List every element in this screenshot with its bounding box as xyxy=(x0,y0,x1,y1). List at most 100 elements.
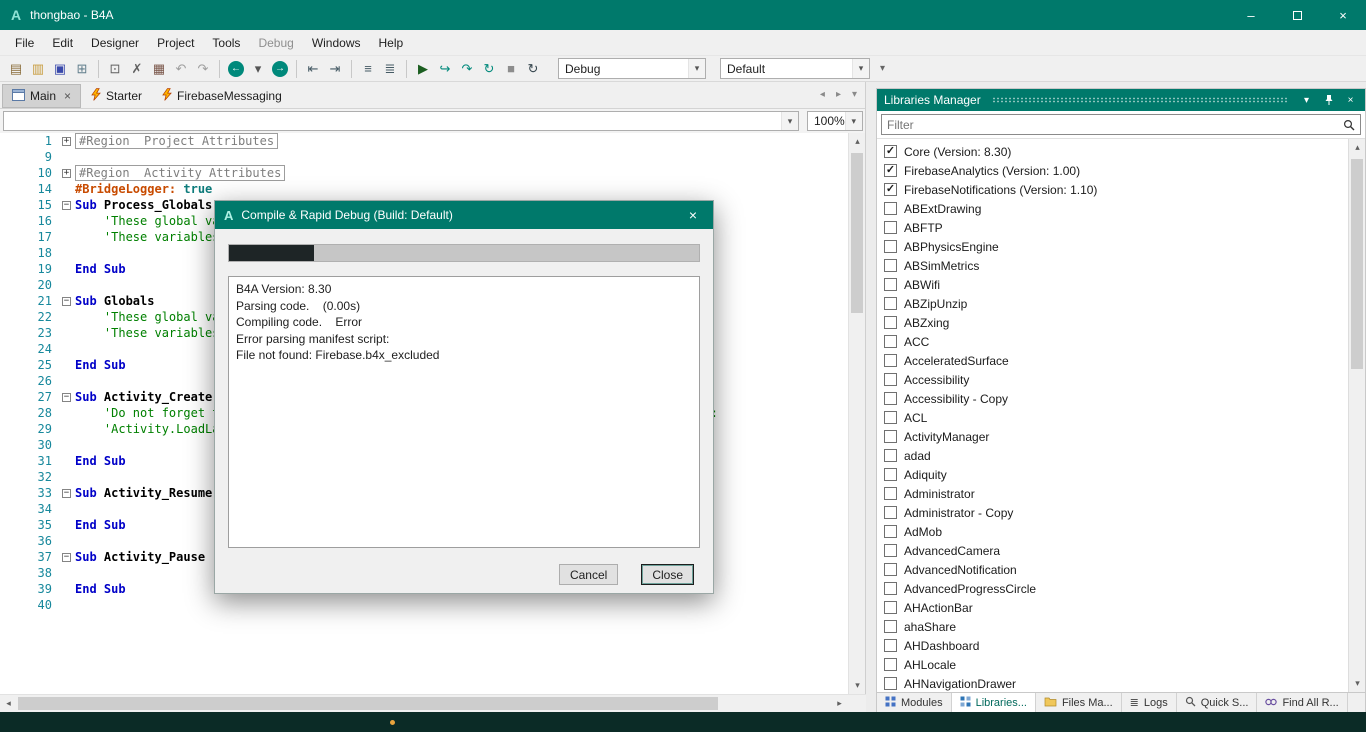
checkbox-unchecked[interactable] xyxy=(884,601,897,614)
editor-vertical-scrollbar[interactable]: ▴ ▾ xyxy=(848,133,865,694)
library-item[interactable]: ABWifi xyxy=(877,275,1348,294)
zoom-select[interactable]: 100% ▾ xyxy=(807,111,863,131)
scroll-up-icon[interactable]: ▴ xyxy=(1349,139,1366,156)
dialog-close-icon[interactable]: × xyxy=(682,207,704,223)
checkbox-unchecked[interactable] xyxy=(884,221,897,234)
libraries-scrollbar[interactable]: ▴ ▾ xyxy=(1348,139,1365,692)
lib-scroll-thumb[interactable] xyxy=(1351,159,1363,369)
checkbox-unchecked[interactable] xyxy=(884,658,897,671)
menu-item-help[interactable]: Help xyxy=(370,32,413,54)
panel-menu-icon[interactable]: ▾ xyxy=(1299,95,1314,106)
tab-close-icon[interactable]: × xyxy=(64,89,71,103)
library-item[interactable]: AHNavigationDrawer xyxy=(877,674,1348,692)
library-item[interactable]: ABZipUnzip xyxy=(877,294,1348,313)
scroll-left-icon[interactable]: ◂ xyxy=(0,695,17,712)
menu-item-edit[interactable]: Edit xyxy=(43,32,82,54)
library-item[interactable]: Adiquity xyxy=(877,465,1348,484)
checkbox-unchecked[interactable] xyxy=(884,316,897,329)
menu-item-project[interactable]: Project xyxy=(148,32,203,54)
stop-icon[interactable]: ■ xyxy=(500,58,522,80)
fold-collapse-icon[interactable]: − xyxy=(62,392,71,402)
checkbox-unchecked[interactable] xyxy=(884,677,897,690)
checkbox-unchecked[interactable] xyxy=(884,297,897,310)
library-item[interactable]: ABFTP xyxy=(877,218,1348,237)
checkbox-unchecked[interactable] xyxy=(884,639,897,652)
copy-icon[interactable]: ⊡ xyxy=(104,58,126,80)
library-item[interactable]: AHActionBar xyxy=(877,598,1348,617)
checkbox-unchecked[interactable] xyxy=(884,582,897,595)
tab-firebasemessaging[interactable]: FirebaseMessaging xyxy=(152,84,292,108)
checkbox-unchecked[interactable] xyxy=(884,620,897,633)
library-item[interactable]: AdvancedCamera xyxy=(877,541,1348,560)
library-item[interactable]: AdMob xyxy=(877,522,1348,541)
dialog-close-button[interactable]: Close xyxy=(641,564,694,585)
tab-scroll-left-icon[interactable]: ◂ xyxy=(820,89,825,100)
navigate-forward-icon[interactable]: → xyxy=(272,60,288,77)
checkbox-unchecked[interactable] xyxy=(884,563,897,576)
hscroll-thumb[interactable] xyxy=(18,697,718,710)
panel-close-icon[interactable]: × xyxy=(1343,95,1358,106)
checkbox-unchecked[interactable] xyxy=(884,278,897,291)
fold-expand-icon[interactable]: + xyxy=(62,168,71,178)
indent-icon[interactable]: ⇥ xyxy=(324,58,346,80)
fold-collapse-icon[interactable]: − xyxy=(62,552,71,562)
library-item[interactable]: Accessibility xyxy=(877,370,1348,389)
scroll-down-icon[interactable]: ▾ xyxy=(1349,675,1366,692)
library-item[interactable]: Accessibility - Copy xyxy=(877,389,1348,408)
toolbar-overflow-icon[interactable]: ▾ xyxy=(880,63,885,74)
maximize-button[interactable] xyxy=(1274,0,1320,30)
library-item[interactable]: ABSimMetrics xyxy=(877,256,1348,275)
fold-expand-icon[interactable]: + xyxy=(62,136,71,146)
library-item[interactable]: AdvancedProgressCircle xyxy=(877,579,1348,598)
checkbox-unchecked[interactable] xyxy=(884,544,897,557)
library-item[interactable]: ✓ Core (Version: 8.30) xyxy=(877,142,1348,161)
new-module-icon[interactable]: ▤ xyxy=(5,58,27,80)
library-item[interactable]: ✓ FirebaseAnalytics (Version: 1.00) xyxy=(877,161,1348,180)
menu-item-tools[interactable]: Tools xyxy=(203,32,249,54)
outdent-icon[interactable]: ⇤ xyxy=(302,58,324,80)
scroll-up-icon[interactable]: ▴ xyxy=(849,133,866,150)
pin-icon[interactable] xyxy=(1321,94,1336,106)
panel-grip[interactable] xyxy=(991,97,1288,103)
checkbox-unchecked[interactable] xyxy=(884,335,897,348)
checkbox-unchecked[interactable] xyxy=(884,430,897,443)
checkbox-checked[interactable]: ✓ xyxy=(884,164,897,177)
library-item[interactable]: ACC xyxy=(877,332,1348,351)
step-into-icon[interactable]: ↪ xyxy=(434,58,456,80)
search-icon[interactable] xyxy=(1338,119,1360,131)
library-item[interactable]: AHDashboard xyxy=(877,636,1348,655)
cut-icon[interactable]: ✗ xyxy=(126,58,148,80)
tab-libraries[interactable]: Libraries... xyxy=(951,693,1036,712)
save-icon[interactable]: ▣ xyxy=(49,58,71,80)
library-item[interactable]: AHLocale xyxy=(877,655,1348,674)
checkbox-unchecked[interactable] xyxy=(884,525,897,538)
open-project-icon[interactable]: ▥ xyxy=(27,58,49,80)
uncomment-icon[interactable]: ≣ xyxy=(379,58,401,80)
paste-icon[interactable]: ▦ xyxy=(148,58,170,80)
fold-collapse-icon[interactable]: − xyxy=(62,200,71,210)
tab-main[interactable]: Main × xyxy=(2,84,82,108)
save-all-icon[interactable]: ⊞ xyxy=(71,58,93,80)
checkbox-unchecked[interactable] xyxy=(884,487,897,500)
filter-input[interactable] xyxy=(882,117,1338,132)
library-item[interactable]: ABPhysicsEngine xyxy=(877,237,1348,256)
undo-icon[interactable]: ↶ xyxy=(170,58,192,80)
scroll-down-icon[interactable]: ▾ xyxy=(849,677,866,694)
checkbox-unchecked[interactable] xyxy=(884,354,897,367)
fold-collapse-icon[interactable]: − xyxy=(62,296,71,306)
run-icon[interactable]: ▶ xyxy=(412,58,434,80)
close-button[interactable]: × xyxy=(1320,0,1366,30)
checkbox-unchecked[interactable] xyxy=(884,259,897,272)
checkbox-unchecked[interactable] xyxy=(884,506,897,519)
cancel-button[interactable]: Cancel xyxy=(558,564,619,585)
checkbox-unchecked[interactable] xyxy=(884,202,897,215)
menu-item-windows[interactable]: Windows xyxy=(303,32,370,54)
tab-starter[interactable]: Starter xyxy=(81,84,152,108)
library-item[interactable]: ✓ FirebaseNotifications (Version: 1.10) xyxy=(877,180,1348,199)
library-item[interactable]: ABZxing xyxy=(877,313,1348,332)
tab-logs[interactable]: ≣ Logs xyxy=(1122,693,1177,712)
fold-collapse-icon[interactable]: − xyxy=(62,488,71,498)
library-item[interactable]: ActivityManager xyxy=(877,427,1348,446)
tab-scroll-right-icon[interactable]: ▸ xyxy=(836,89,841,100)
library-item[interactable]: adad xyxy=(877,446,1348,465)
